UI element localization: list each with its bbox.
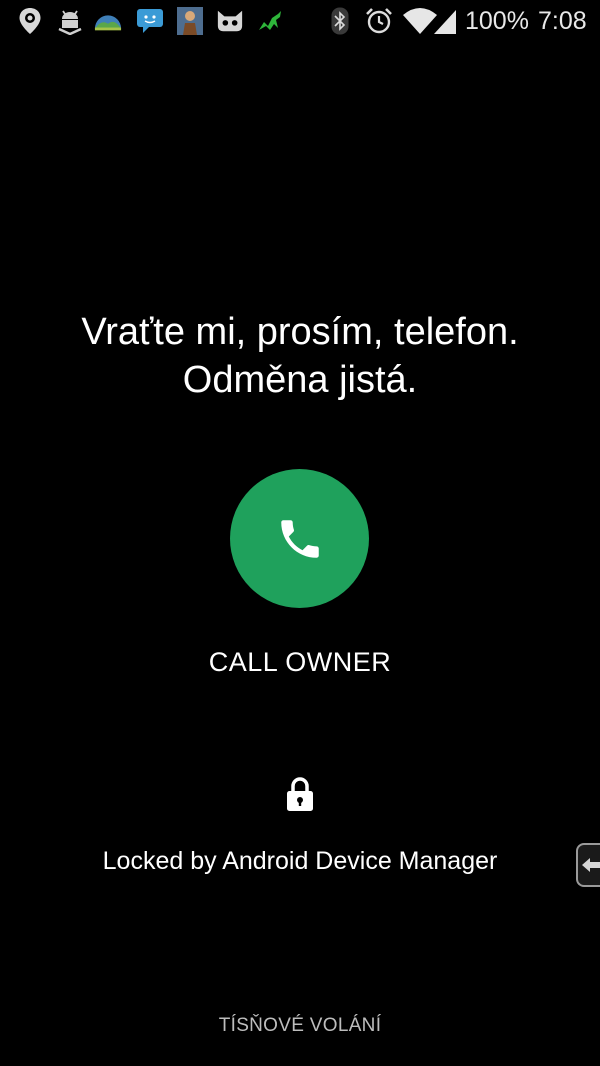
green-dragon-icon (256, 6, 284, 36)
padlock-icon (287, 777, 313, 811)
cat-face-icon (216, 6, 244, 36)
owner-message-line2: Odměna jistá. (182, 359, 418, 401)
bluetooth-icon (330, 6, 350, 36)
emergency-call-button[interactable]: TÍSŇOVÉ VOLÁNÍ (0, 1013, 600, 1039)
call-owner-label[interactable]: CALL OWNER (0, 645, 600, 679)
location-pin-icon (16, 6, 44, 36)
alarm-clock-icon (364, 6, 394, 36)
arrow-left-icon (582, 858, 600, 872)
owner-message: Vraťte mi, prosím, telefon. Odměna jistá… (0, 308, 600, 404)
call-owner-button[interactable] (230, 469, 369, 608)
owner-message-line1: Vraťte mi, prosím, telefon. (81, 311, 519, 353)
locked-by-text: Locked by Android Device Manager (102, 847, 498, 875)
phone-icon (280, 519, 319, 558)
clock: 7:08 (538, 7, 587, 35)
side-panel-handle[interactable] (576, 843, 600, 887)
person-portrait-icon (176, 6, 204, 36)
android-download-icon (56, 6, 84, 36)
signal-icon (432, 6, 458, 36)
chat-bubble-icon (136, 6, 164, 36)
landscape-app-icon (94, 6, 122, 36)
battery-level: 100% (465, 7, 529, 35)
status-bar: 100% 7:08 (0, 0, 600, 44)
